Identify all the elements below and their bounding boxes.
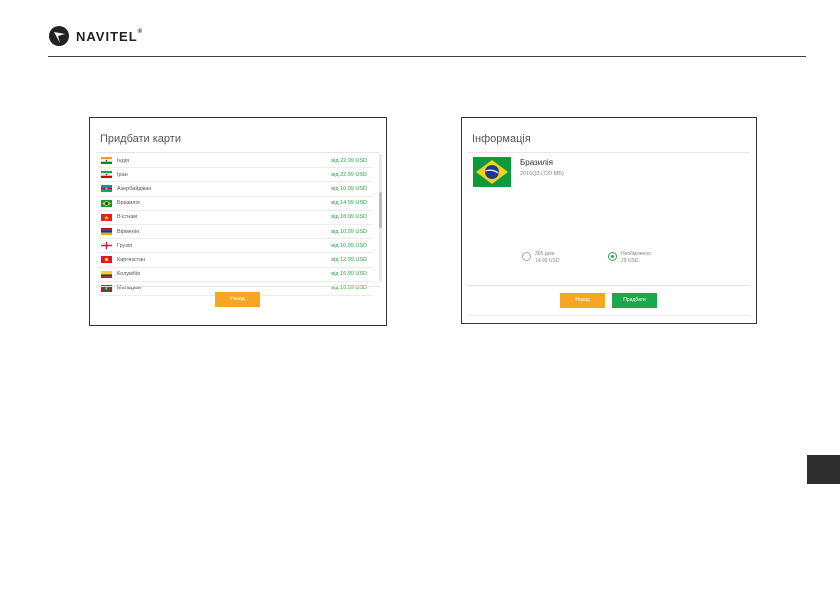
back-button[interactable]: Назад	[215, 292, 260, 307]
page-section-tab	[807, 455, 840, 484]
title-divider	[96, 152, 380, 153]
brazil-flag-icon	[101, 199, 112, 207]
option-price: 29 USD	[621, 258, 639, 264]
country-name: В’єтнам	[117, 214, 138, 221]
country-price: від 16.99 USD	[331, 271, 367, 278]
buy-button[interactable]: Придбати	[612, 293, 657, 308]
country-row[interactable]: Іран від 22.99 USD	[98, 168, 373, 183]
country-row[interactable]: Вірменія від 10.99 USD	[98, 225, 373, 240]
kyrgyzstan-flag-icon	[101, 256, 112, 264]
country-row[interactable]: Грузія від 10.99 USD	[98, 239, 373, 254]
header-divider	[48, 56, 806, 57]
country-name: Киргизстан	[117, 256, 146, 263]
country-price: від 14.99 USD	[331, 200, 367, 207]
option-price: 14.99 USD	[535, 258, 560, 264]
country-name: Індія	[117, 157, 129, 164]
navitel-logo: NAVITEL®	[48, 22, 143, 50]
country-name: Грузія	[117, 242, 133, 249]
country-price: від 10.99 USD	[331, 228, 367, 235]
country-row[interactable]: Колумбія від 16.99 USD	[98, 268, 373, 282]
country-name: Бразилія	[520, 158, 553, 167]
country-price: від 10.99 USD	[331, 242, 367, 249]
country-price: від 12.99 USD	[331, 256, 367, 263]
back-button[interactable]: Назад	[560, 293, 605, 308]
map-version: 2016Q3 (720 МБ)	[520, 171, 564, 177]
country-price: від 22.99 USD	[331, 157, 367, 164]
country-name: Азербайджан	[117, 185, 152, 192]
georgia-flag-icon	[101, 242, 112, 250]
navitel-logo-icon	[49, 26, 69, 46]
bottom-divider	[468, 315, 750, 316]
azerbaijan-flag-icon	[101, 185, 112, 193]
radio-button-selected[interactable]	[608, 252, 617, 261]
radio-button[interactable]	[522, 252, 531, 261]
country-name: Іран	[117, 171, 128, 178]
country-row[interactable]: Бразилія від 14.99 USD	[98, 197, 373, 211]
india-flag-icon	[101, 157, 112, 165]
country-list: Індія від 22.99 USD Іран від 22.99 USD Азерб…	[98, 154, 373, 296]
option-period: 365 днів	[535, 251, 555, 257]
country-row[interactable]: Киргизстан від 12.99 USD	[98, 253, 373, 268]
armenia-flag-icon	[101, 228, 112, 236]
country-price: від 18.99 USD	[331, 214, 367, 221]
country-name: Бразилія	[117, 200, 140, 207]
brand-name: NAVITEL®	[76, 28, 144, 44]
scrollbar-thumb[interactable]	[379, 192, 382, 228]
title-divider	[468, 152, 750, 153]
country-row[interactable]: Азербайджан від 10.99 USD	[98, 182, 373, 197]
option-period: Необмежено	[621, 251, 651, 257]
option-unlimited[interactable]: Необмежено 29 USD	[608, 251, 651, 265]
country-name: Колумбія	[117, 271, 141, 278]
buy-maps-screen: Придбати карти Індія від 22.99 USD Іран від…	[89, 117, 387, 326]
colombia-flag-icon	[101, 270, 112, 278]
country-row[interactable]: Індія від 22.99 USD	[98, 154, 373, 169]
iran-flag-icon	[101, 171, 112, 179]
info-divider	[468, 285, 750, 286]
info-title: Інформація	[472, 133, 531, 145]
country-price: від 10.99 USD	[331, 185, 367, 192]
country-row[interactable]: В’єтнам від 18.99 USD	[98, 211, 373, 225]
map-info-screen: Інформація Бразилія 2016Q3 (720 МБ) 365 …	[461, 117, 757, 324]
list-divider	[96, 286, 380, 287]
vietnam-flag-icon	[101, 213, 112, 221]
buy-maps-title: Придбати карти	[100, 133, 181, 145]
brazil-flag-icon	[473, 157, 511, 187]
option-365-days[interactable]: 365 днів 14.99 USD	[522, 251, 559, 265]
country-name: Вірменія	[117, 228, 140, 235]
country-price: від 22.99 USD	[331, 171, 367, 178]
